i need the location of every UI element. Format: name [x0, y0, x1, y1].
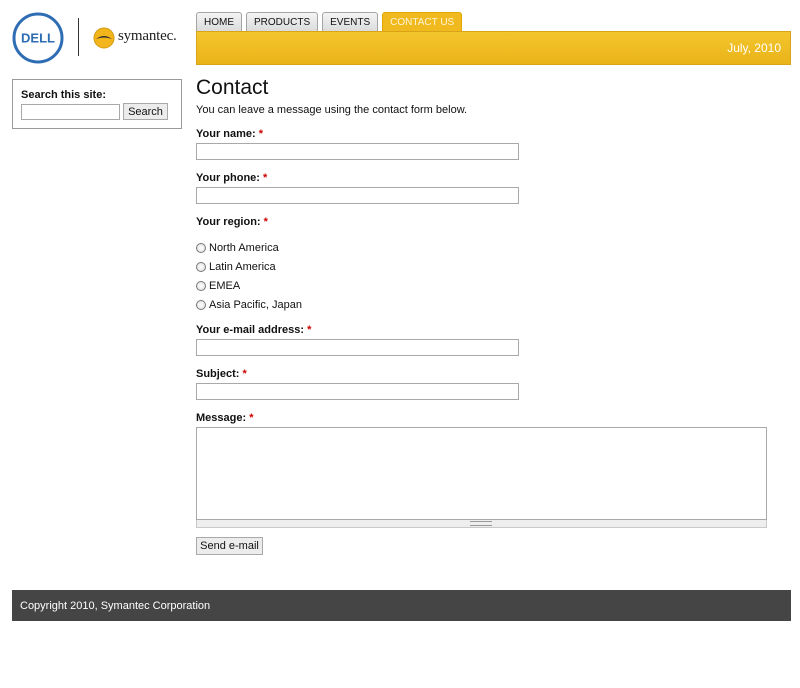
subject-field[interactable]: [196, 383, 519, 400]
search-button[interactable]: Search: [123, 103, 168, 120]
region-field-group: Your region: *: [196, 216, 268, 228]
name-label: Your name: *: [196, 128, 264, 140]
region-option-label: Latin America: [209, 260, 276, 273]
search-label: Search this site:: [21, 89, 106, 101]
region-option-label: EMEA: [209, 279, 241, 292]
tab-home[interactable]: HOME: [196, 12, 242, 31]
dell-logo[interactable]: DELL: [12, 12, 64, 64]
dell-logo-text: DELL: [21, 31, 55, 46]
message-field-group: Message: *: [196, 412, 767, 528]
required-marker: *: [263, 172, 268, 184]
region-option-latin-america[interactable]: Latin America: [196, 257, 302, 276]
banner-date: July, 2010: [727, 41, 781, 55]
region-option-asia-pacific-japan[interactable]: Asia Pacific, Japan: [196, 295, 302, 314]
required-marker: *: [242, 368, 247, 380]
header-logos: DELL symantec.: [12, 12, 184, 64]
region-option-north-america[interactable]: North America: [196, 238, 302, 257]
required-marker: *: [249, 412, 254, 424]
main-tabs: HOME PRODUCTS EVENTS CONTACT US: [196, 12, 466, 32]
search-block: Search this site: Search: [12, 79, 182, 129]
footer: Copyright 2010, Symantec Corporation: [12, 590, 791, 621]
grip-icon: [470, 521, 492, 526]
tab-contact-us[interactable]: CONTACT US: [382, 12, 463, 32]
phone-label: Your phone: *: [196, 172, 268, 184]
search-input[interactable]: [21, 103, 120, 120]
radio-button[interactable]: [196, 242, 206, 253]
subject-label: Subject: *: [196, 368, 247, 380]
region-label: Your region: *: [196, 216, 268, 228]
region-option-emea[interactable]: EMEA: [196, 276, 302, 295]
send-email-button[interactable]: Send e-mail: [196, 537, 263, 555]
email-label: Your e-mail address: *: [196, 324, 312, 336]
logo-divider: [78, 18, 79, 56]
phone-field-group: Your phone: *: [196, 172, 519, 204]
required-marker: *: [307, 324, 312, 336]
radio-button[interactable]: [196, 280, 206, 291]
region-radio-group: North America Latin America EMEA Asia Pa…: [196, 238, 302, 314]
page-intro: You can leave a message using the contac…: [196, 104, 468, 116]
main-content: Contact You can leave a message using th…: [196, 76, 792, 555]
footer-copyright: Copyright 2010, Symantec Corporation: [20, 600, 211, 612]
message-textarea[interactable]: [196, 427, 767, 520]
name-field[interactable]: [196, 143, 519, 160]
symantec-logo-text[interactable]: symantec.: [118, 28, 177, 45]
search-row: Search: [21, 103, 181, 120]
page-title: Contact: [196, 76, 269, 99]
region-option-label: North America: [209, 241, 279, 254]
subject-field-group: Subject: *: [196, 368, 519, 400]
email-field-group: Your e-mail address: *: [196, 324, 519, 356]
header-banner: July, 2010: [196, 31, 791, 65]
name-field-group: Your name: *: [196, 128, 519, 160]
phone-field[interactable]: [196, 187, 519, 204]
message-label: Message: *: [196, 412, 254, 424]
submit-row: Send e-mail: [196, 537, 263, 555]
textarea-resize-handle[interactable]: [196, 520, 767, 528]
radio-button[interactable]: [196, 299, 206, 310]
email-field[interactable]: [196, 339, 519, 356]
region-option-label: Asia Pacific, Japan: [209, 298, 302, 311]
radio-button[interactable]: [196, 261, 206, 272]
tab-events[interactable]: EVENTS: [322, 12, 379, 31]
required-marker: *: [258, 128, 264, 140]
symantec-mark-icon: [93, 27, 115, 49]
tab-products[interactable]: PRODUCTS: [246, 12, 319, 31]
required-marker: *: [263, 216, 268, 228]
